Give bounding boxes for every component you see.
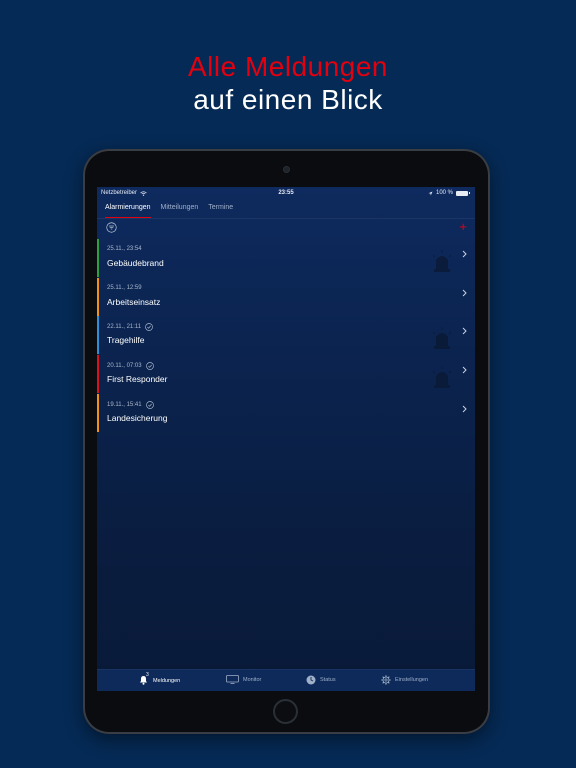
chevron-right-icon [462, 366, 467, 374]
headline-line-1: Alle Meldungen [187, 51, 389, 82]
chevron-right-icon [462, 405, 467, 413]
nav-meldungen[interactable]: 3 Meldungen [139, 672, 181, 686]
acknowledged-check-icon [145, 362, 154, 370]
nav-label-status: Status [320, 677, 336, 683]
alert-datetime: 19.11., 15:41 [107, 401, 142, 408]
alert-row[interactable]: 25.11., 23:54 Gebäudebrand [97, 239, 475, 277]
headline-line-2: auf einen Blick [193, 84, 383, 115]
nav-status[interactable]: Status [306, 675, 336, 685]
alert-row[interactable]: 22.11., 21:11 Tragehilfe [97, 316, 475, 355]
alert-datetime-group: 20.11., 07:03 [107, 362, 154, 370]
acknowledged-check-icon [145, 323, 153, 332]
gear-icon [381, 675, 391, 685]
tab-alarmierungen[interactable]: Alarmierungen [105, 204, 151, 218]
nav-monitor[interactable]: Monitor [226, 675, 261, 684]
clock-icon [306, 675, 316, 685]
alert-title: Arbeitseinsatz [107, 296, 161, 307]
alert-datetime-group: 25.11., 12:59 [107, 285, 142, 291]
alert-datetime: 25.11., 12:59 [107, 284, 142, 291]
alert-row[interactable]: 25.11., 12:59 Arbeitseinsatz [97, 277, 475, 316]
notification-badge: 3 [146, 672, 149, 678]
alert-title: First Responder [107, 374, 168, 385]
status-bar: Netzbetreiber 23:55 100 % [97, 187, 475, 200]
app-screen: Netzbetreiber 23:55 100 % Alarmierungen … [97, 187, 475, 691]
battery-tip [469, 192, 470, 194]
chevron-right-icon [462, 250, 467, 258]
nav-label-einstellungen: Einstellungen [395, 677, 429, 683]
add-button[interactable]: + [459, 220, 467, 233]
tab-termine[interactable]: Termine [208, 204, 233, 218]
alert-title: Gebäudebrand [107, 258, 164, 268]
tab-bar: Alarmierungen Mitteilungen Termine [105, 204, 233, 218]
alert-row[interactable]: 19.11., 15:41 Landesicherung [97, 393, 475, 432]
alert-title: Tragehilfe [107, 335, 145, 346]
alert-list: 25.11., 23:54 Gebäudebrand 25.11., 12:59 Ar… [97, 239, 475, 432]
alert-datetime: 20.11., 07:03 [107, 363, 142, 370]
acknowledged-check-icon [145, 400, 154, 409]
alert-datetime-group: 19.11., 15:41 [107, 400, 154, 409]
chevron-right-icon [462, 328, 467, 335]
location-arrow-icon [428, 191, 433, 195]
tablet-frame: Netzbetreiber 23:55 100 % Alarmierungen … [83, 149, 490, 734]
tab-divider [97, 218, 475, 219]
promo-headline: Alle Meldungen auf einen Blick [0, 50, 576, 116]
battery-icon [456, 190, 468, 196]
bottom-nav: 3 Meldungen Monitor Status Einstellungen [97, 669, 475, 691]
alert-title: Landesicherung [107, 412, 168, 423]
home-button[interactable] [273, 699, 298, 724]
status-right: 100 % [428, 190, 470, 196]
siren-icon [432, 327, 452, 350]
nav-label-monitor: Monitor [243, 676, 262, 683]
alert-datetime-group: 22.11., 21:11 [107, 323, 153, 332]
monitor-icon [226, 675, 239, 684]
alert-datetime: 22.11., 21:11 [107, 324, 142, 331]
chevron-right-icon [462, 289, 467, 297]
tab-mitteilungen[interactable]: Mitteilungen [161, 204, 199, 218]
filter-icon[interactable] [106, 222, 117, 233]
camera-dot [283, 166, 290, 173]
nav-label-meldungen: Meldungen [153, 677, 181, 684]
alert-datetime-group: 25.11., 23:54 [107, 246, 142, 252]
alert-datetime: 25.11., 23:54 [107, 246, 142, 252]
alert-row[interactable]: 20.11., 07:03 First Responder [97, 355, 475, 394]
siren-icon [432, 366, 452, 389]
siren-icon [432, 250, 452, 272]
battery-percent: 100 % [435, 190, 453, 196]
nav-einstellungen[interactable]: Einstellungen [381, 675, 428, 685]
status-time: 23:55 [278, 190, 294, 196]
